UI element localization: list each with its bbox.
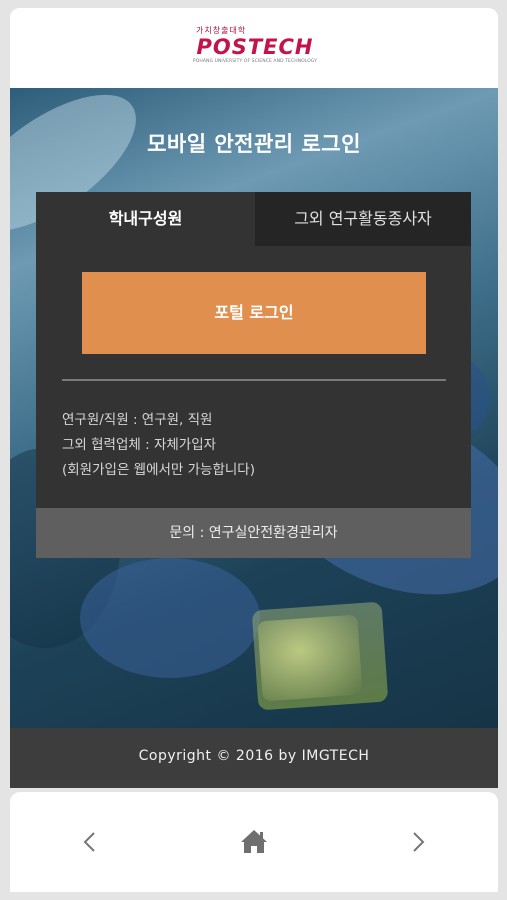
footer-copyright: Copyright © 2016 by IMGTECH <box>10 728 498 788</box>
forward-button[interactable] <box>398 822 438 862</box>
login-info: 연구원/직원 : 연구원, 직원 그외 협력업체 : 자체가입자 (회원가입은 … <box>62 408 255 483</box>
info-line-researchers: 연구원/직원 : 연구원, 직원 <box>62 412 213 428</box>
app-frame: 가치창출대학 POSTECH POHANG UNIVERSITY OF SCIE… <box>10 8 498 788</box>
info-line-signup-note: (회원가입은 웹에서만 가능합니다) <box>62 462 255 478</box>
contact-bar: 문의 : 연구실안전환경관리자 <box>36 508 471 558</box>
hero-section: 모바일 안전관리 로그인 학내구성원 그외 연구활동종사자 포털 로그인 연구원… <box>10 88 498 728</box>
login-card: 학내구성원 그외 연구활동종사자 포털 로그인 연구원/직원 : 연구원, 직원… <box>36 192 471 558</box>
portal-login-button[interactable]: 포털 로그인 <box>82 272 426 354</box>
logo-tagline: POHANG UNIVERSITY OF SCIENCE AND TECHNOL… <box>192 59 318 64</box>
postech-logo[interactable]: 가치창출대학 POSTECH POHANG UNIVERSITY OF SCIE… <box>186 26 324 66</box>
home-icon <box>241 830 267 853</box>
chevron-right-icon <box>413 832 425 852</box>
info-line-partners: 그외 협력업체 : 자체가입자 <box>62 437 217 453</box>
back-button[interactable] <box>70 822 110 862</box>
divider <box>62 379 446 381</box>
bottom-nav-bar <box>10 792 498 892</box>
page-title: 모바일 안전관리 로그인 <box>147 132 361 156</box>
tab-other-researchers[interactable]: 그외 연구활동종사자 <box>255 192 471 246</box>
home-button[interactable] <box>234 822 274 862</box>
header: 가치창출대학 POSTECH POHANG UNIVERSITY OF SCIE… <box>10 8 498 88</box>
chevron-left-icon <box>83 832 95 852</box>
logo-wordmark: POSTECH <box>196 35 314 59</box>
tab-internal-members[interactable]: 학내구성원 <box>36 192 255 246</box>
